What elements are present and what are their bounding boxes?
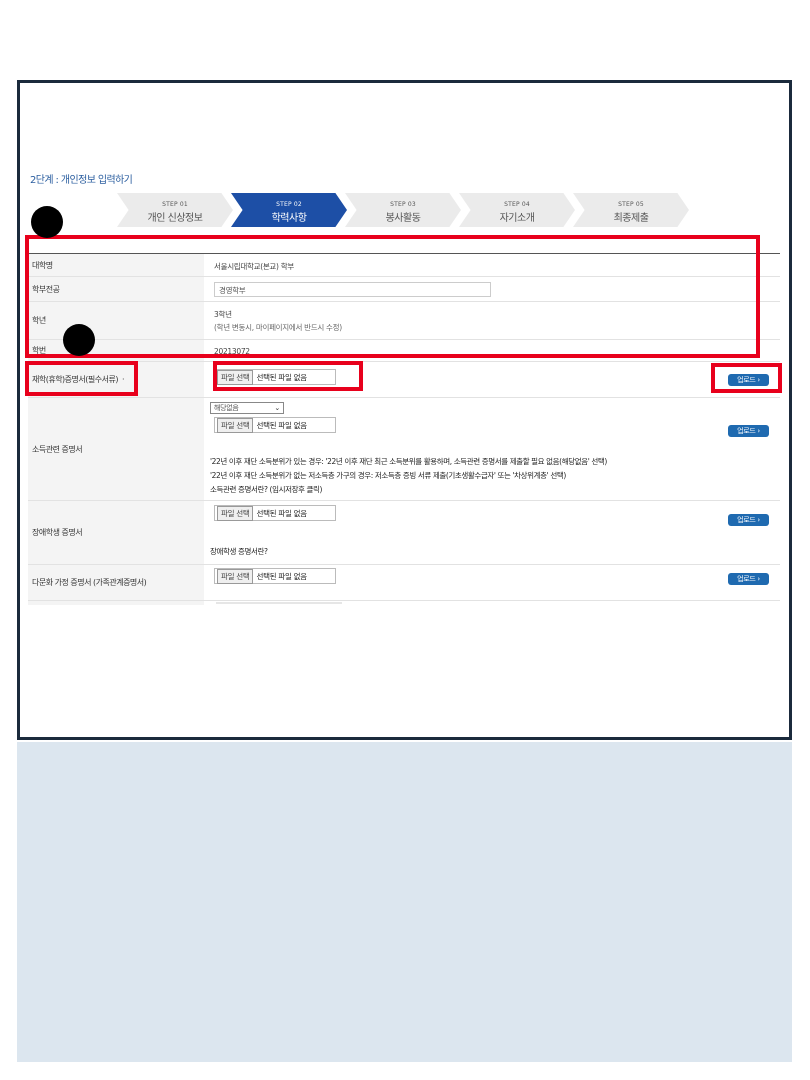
step-2-number: STEP 02: [276, 201, 302, 208]
income-note-2: '22년 이후 재단 소득분위가 없는 저소득층 가구의 경우: 저소득층 증빙…: [210, 471, 566, 480]
next-file-input-stub: [216, 602, 342, 604]
step-5-label: 최종제출: [613, 213, 649, 224]
disability-cert-row: 장애학생 증명서 파일 선택 선택된 파일 없음 업로드 › 장애학생 증명서란…: [28, 501, 780, 565]
income-cert-file-input[interactable]: 파일 선택 선택된 파일 없음: [214, 417, 336, 433]
highlight-box-upload: [711, 363, 782, 393]
step-4[interactable]: STEP 04 자기소개: [459, 193, 575, 227]
highlight-box-label: [25, 361, 138, 396]
disability-cert-label: 장애학생 증명서: [28, 501, 204, 564]
income-cert-link[interactable]: 소득관련 증명서란? (임시저장후 클릭): [210, 484, 322, 495]
file-choose-button[interactable]: 파일 선택: [217, 417, 254, 433]
next-row-stub: [28, 601, 204, 605]
disability-cert-upload-button[interactable]: 업로드 ›: [728, 514, 769, 526]
highlight-box-info: [25, 235, 760, 358]
step-4-label: 자기소개: [499, 213, 535, 224]
step-5-number: STEP 05: [618, 201, 644, 208]
income-cert-value: 해당없음 ⌄ 파일 선택 선택된 파일 없음 업로드 › '22년 이후 재단 …: [204, 398, 780, 500]
multicultural-cert-file-input[interactable]: 파일 선택 선택된 파일 없음: [214, 568, 336, 584]
income-type-selected: 해당없음: [214, 404, 239, 412]
screenshot-frame: 2단계 : 개인정보 입력하기 STEP 01 개인 신상정보 STEP 02 …: [17, 80, 792, 740]
step-3-number: STEP 03: [390, 201, 416, 208]
file-status: 선택된 파일 없음: [256, 420, 307, 430]
step-5[interactable]: STEP 05 최종제출: [573, 193, 689, 227]
file-choose-button[interactable]: 파일 선택: [217, 505, 254, 521]
page-title: 2단계 : 개인정보 입력하기: [30, 175, 133, 186]
income-note-1: '22년 이후 재단 소득분위가 있는 경우: '22년 이후 재단 최근 소득…: [210, 457, 607, 466]
marker-dot-2: [63, 324, 95, 356]
multicultural-cert-row: 다문화 가정 증명서 (가족관계증명서) 파일 선택 선택된 파일 없음 업로드…: [28, 565, 780, 601]
step-1-label: 개인 신상정보: [147, 213, 203, 224]
disability-cert-file-input[interactable]: 파일 선택 선택된 파일 없음: [214, 505, 336, 521]
step-4-number: STEP 04: [504, 201, 530, 208]
marker-dot-1: [31, 206, 63, 238]
file-status: 선택된 파일 없음: [256, 508, 307, 518]
multicultural-cert-upload-button[interactable]: 업로드 ›: [728, 573, 769, 585]
income-cert-label: 소득관련 증명서: [28, 398, 204, 500]
step-3-label: 봉사활동: [385, 213, 421, 224]
multicultural-cert-label: 다문화 가정 증명서 (가족관계증명서): [28, 565, 204, 600]
income-type-select[interactable]: 해당없음 ⌄: [210, 402, 284, 414]
enrollment-cert-row: 재학(휴학)증명서(필수서류) · 파일 선택 선택된 파일 없음 업로드 ›: [28, 362, 780, 398]
step-2-label: 학력사항: [271, 213, 307, 224]
step-1[interactable]: STEP 01 개인 신상정보: [117, 193, 233, 227]
backdrop-panel: [17, 742, 792, 1062]
file-status: 선택된 파일 없음: [256, 571, 307, 581]
highlight-box-file: [213, 361, 363, 391]
step-2[interactable]: STEP 02 학력사항: [231, 193, 347, 227]
step-1-number: STEP 01: [162, 201, 188, 208]
step-progress: STEP 01 개인 신상정보 STEP 02 학력사항 STEP 03 봉사활…: [117, 193, 717, 227]
disability-cert-value: 파일 선택 선택된 파일 없음 업로드 › 장애학생 증명서란?: [204, 501, 780, 564]
disability-cert-link[interactable]: 장애학생 증명서란?: [210, 546, 268, 557]
chevron-down-icon: ⌄: [274, 404, 280, 412]
step-3[interactable]: STEP 03 봉사활동: [345, 193, 461, 227]
income-cert-upload-button[interactable]: 업로드 ›: [728, 425, 769, 437]
multicultural-cert-value: 파일 선택 선택된 파일 없음 업로드 ›: [204, 565, 780, 600]
file-choose-button[interactable]: 파일 선택: [217, 568, 254, 584]
income-cert-row: 소득관련 증명서 해당없음 ⌄ 파일 선택 선택된 파일 없음 업로드 › '2…: [28, 398, 780, 501]
